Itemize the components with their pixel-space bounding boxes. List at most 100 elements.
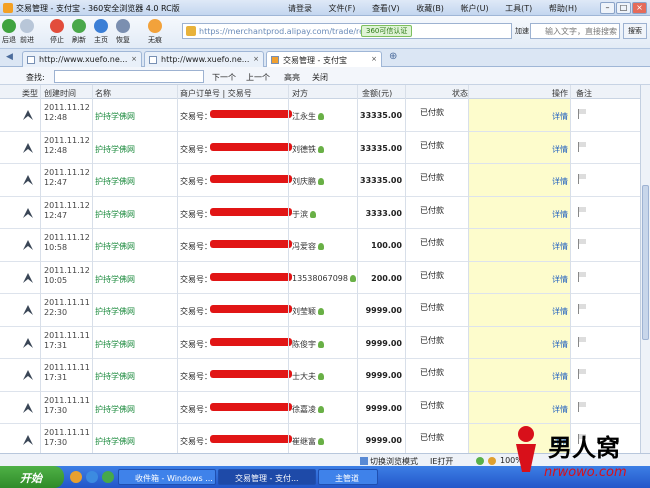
details-link[interactable]: 详情 [552, 111, 568, 122]
item-name-link[interactable]: 护持学佛网 [95, 144, 135, 155]
trusted-cert-badge[interactable]: 360可信认证 [361, 25, 413, 37]
trade-number: 交易号： [180, 339, 212, 349]
find-bar: 查找: 下一个 上一个 高亮 关闭 [0, 67, 650, 85]
amount: 3333.00 [365, 208, 402, 218]
flag-icon[interactable] [578, 336, 586, 347]
start-button[interactable]: 开始 [0, 466, 64, 488]
flag-icon[interactable] [578, 239, 586, 249]
redacted-trade-id [210, 272, 292, 281]
details-link[interactable]: 详情 [552, 241, 568, 252]
tab-xuefo-2[interactable]: http://www.xuefo.ne... × [144, 51, 264, 67]
new-tab-icon[interactable]: ◀ [6, 52, 13, 62]
close-tab-icon[interactable]: × [253, 55, 259, 63]
quicklaunch-icon[interactable] [70, 471, 82, 483]
details-link[interactable]: 详情 [552, 274, 568, 285]
item-name-link[interactable]: 护持学佛网 [95, 371, 135, 382]
counterparty: 江永生 [292, 111, 324, 122]
stop-icon [50, 19, 64, 33]
vertical-scrollbar[interactable] [640, 85, 650, 453]
col-name: 名称 [95, 89, 111, 98]
menu-view[interactable]: 查看(V) [372, 4, 400, 13]
restore-button[interactable]: 恢复 [116, 19, 130, 45]
quicklaunch-icon[interactable] [86, 471, 98, 483]
maximize-button[interactable]: □ [616, 2, 631, 14]
page-icon [27, 56, 35, 64]
details-link[interactable]: 详情 [552, 339, 568, 350]
back-arrow-icon [2, 19, 16, 33]
flag-icon[interactable] [578, 304, 586, 314]
item-name-link[interactable]: 护持学佛网 [95, 404, 135, 415]
quicklaunch-icon[interactable] [102, 471, 114, 483]
minimize-button[interactable]: – [600, 2, 615, 14]
flag-icon[interactable] [578, 401, 586, 412]
browser-icon [3, 3, 13, 13]
item-name-link[interactable]: 护持学佛网 [95, 306, 135, 317]
task-inbox[interactable]: 收件箱 - Windows ... [118, 469, 216, 485]
search-input[interactable]: 输入文字，直接搜索 [530, 23, 620, 39]
item-name-link[interactable]: 护持学佛网 [95, 176, 135, 187]
find-prev-button[interactable]: 上一个 [246, 72, 270, 83]
menu-favorites[interactable]: 收藏(B) [416, 4, 444, 13]
refresh-icon [72, 19, 86, 33]
highlight-button[interactable]: 高亮 [284, 72, 300, 83]
amount: 9999.00 [365, 403, 402, 413]
col-amount: 金额(元) [362, 89, 393, 98]
tab-trade-management[interactable]: 交易管理 - 支付宝 × [266, 51, 382, 67]
table-row: 2011.11.12 10:58 护持学佛网 交易号： 冯爱容 100.00 已付款 详情 [0, 229, 640, 262]
stop-button[interactable]: 停止 [50, 19, 64, 45]
back-button[interactable]: 后退 [2, 19, 16, 45]
details-link[interactable]: 详情 [552, 144, 568, 155]
details-link[interactable]: 详情 [552, 404, 568, 415]
flag-icon[interactable] [578, 206, 586, 217]
close-window-button[interactable]: × [632, 2, 647, 14]
home-button[interactable]: 主页 [94, 19, 108, 45]
flag-icon[interactable] [578, 271, 586, 282]
flag-icon[interactable] [578, 141, 586, 152]
close-tab-icon[interactable]: × [131, 55, 137, 63]
redacted-trade-id [210, 435, 292, 443]
address-bar[interactable]: https://merchantprod.alipay.com/trade/re… [182, 23, 512, 39]
item-name-link[interactable]: 护持学佛网 [95, 241, 135, 252]
find-close-button[interactable]: 关闭 [312, 72, 328, 83]
close-tab-icon[interactable]: × [371, 55, 377, 63]
details-link[interactable]: 详情 [552, 209, 568, 220]
flag-icon[interactable] [578, 109, 586, 119]
table-row: 2011.11.12 12:47 护持学佛网 交易号： 刘庆鹏 33335.00 已付款 详情 [0, 164, 640, 197]
item-name-link[interactable]: 护持学佛网 [95, 436, 135, 447]
trade-number: 交易号： [180, 209, 212, 219]
forward-button[interactable]: 前进 [20, 19, 34, 45]
menu-help[interactable]: 帮助(H) [549, 4, 577, 13]
status-text: 已付款 [420, 303, 444, 312]
flag-icon[interactable] [578, 174, 586, 184]
menu-login[interactable]: 请登录 [288, 4, 312, 13]
add-tab-icon[interactable]: ⊕ [389, 51, 397, 62]
details-link[interactable]: 详情 [552, 176, 568, 187]
tab-xuefo-1[interactable]: http://www.xuefo.ne... × [22, 51, 142, 67]
accelerate-label[interactable]: 加速 [515, 26, 529, 36]
flag-icon[interactable] [578, 369, 586, 379]
find-input[interactable] [54, 70, 204, 83]
trade-number: 交易号： [180, 144, 212, 154]
search-button[interactable]: 搜索 [623, 23, 647, 39]
item-name-link[interactable]: 护持学佛网 [95, 111, 135, 122]
status-text: 已付款 [420, 173, 444, 182]
menu-account[interactable]: 帐户(U) [460, 4, 488, 13]
trade-number: 交易号： [180, 177, 212, 186]
amount: 9999.00 [365, 436, 402, 445]
menu-tools[interactable]: 工具(T) [505, 4, 532, 13]
details-link[interactable]: 详情 [552, 306, 568, 317]
scroll-thumb[interactable] [642, 185, 649, 340]
item-name-link[interactable]: 护持学佛网 [95, 339, 135, 350]
item-name-link[interactable]: 护持学佛网 [95, 274, 135, 285]
watermark-url: nrwowo.com [544, 465, 627, 480]
find-next-button[interactable]: 下一个 [212, 72, 236, 83]
task-main-pipeline[interactable]: 主管道 [318, 469, 378, 485]
task-trade-management[interactable]: 交易管理 - 支付... [218, 469, 316, 485]
incognito-button[interactable]: 无痕 [148, 19, 162, 45]
menu-file[interactable]: 文件(F) [329, 4, 356, 13]
item-name-link[interactable]: 护持学佛网 [95, 209, 135, 220]
details-link[interactable]: 详情 [552, 371, 568, 382]
amount: 33335.00 [360, 111, 403, 120]
refresh-button[interactable]: 刷新 [72, 19, 86, 45]
redacted-trade-id [210, 402, 292, 411]
